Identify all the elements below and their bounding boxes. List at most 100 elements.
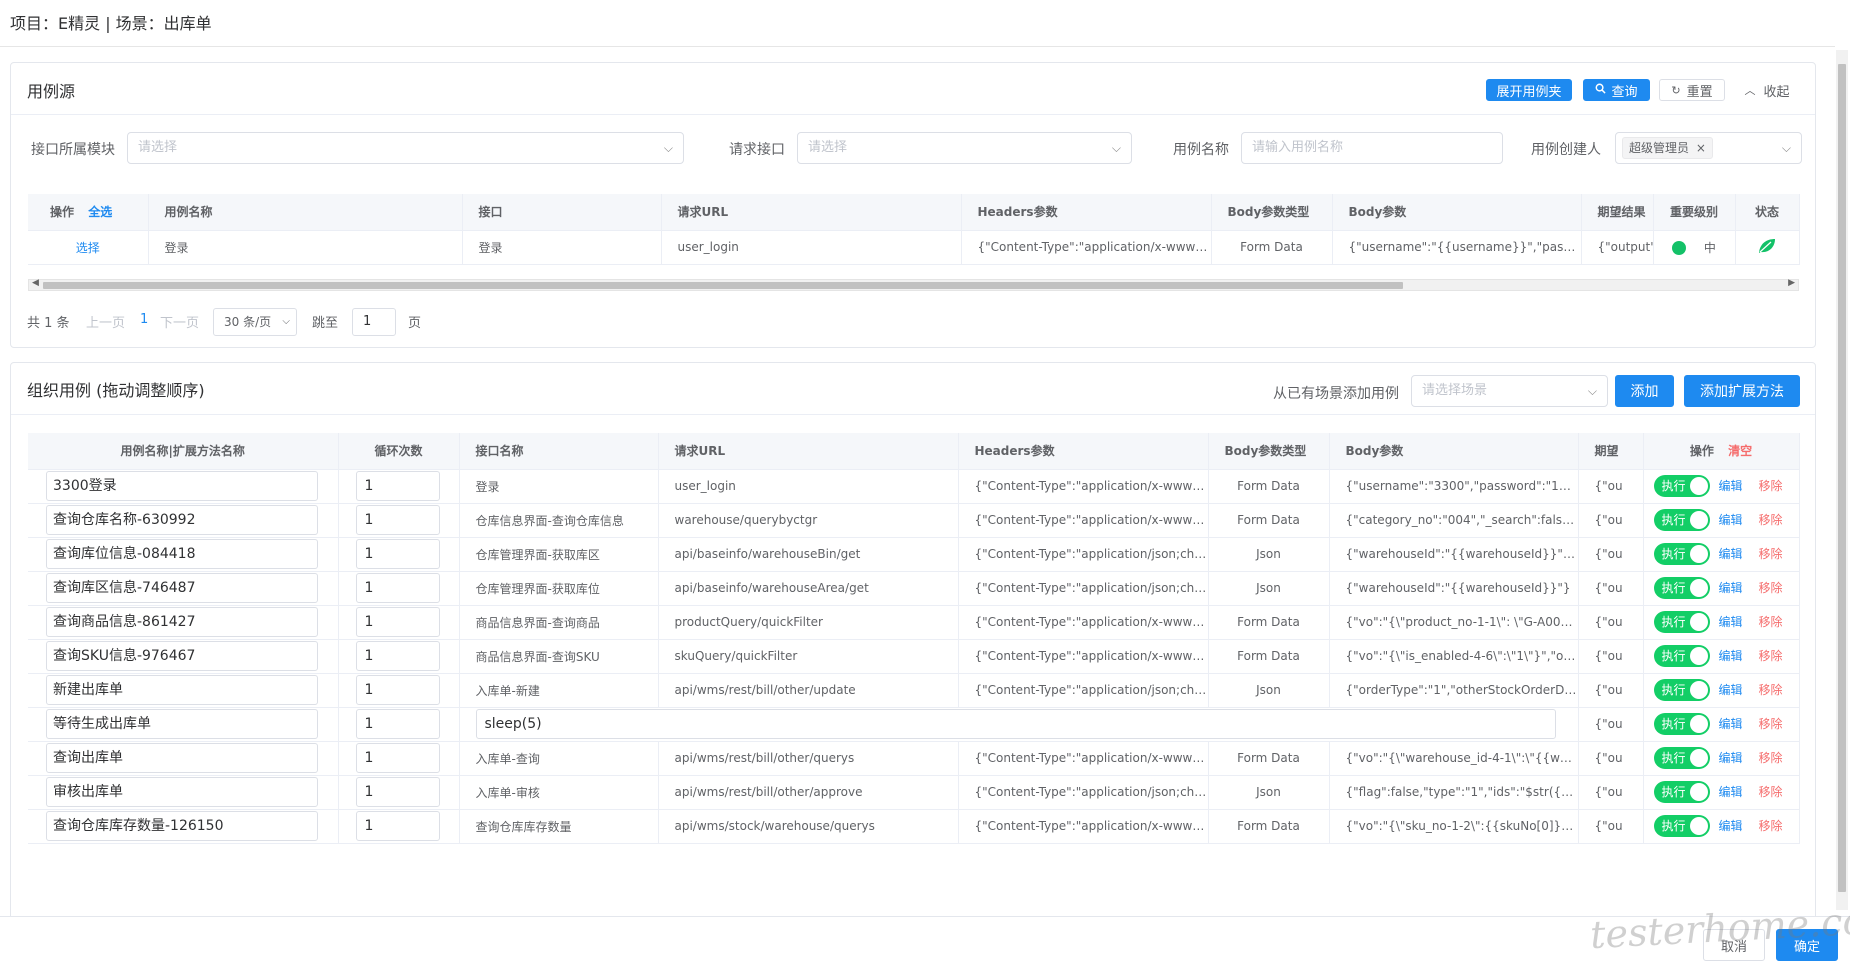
- edit-link[interactable]: 编辑: [1719, 513, 1743, 527]
- case-name-input[interactable]: 查询仓库名称-630992: [46, 505, 318, 535]
- remove-link[interactable]: 移除: [1759, 717, 1783, 731]
- loop-count-input[interactable]: 1: [355, 539, 440, 569]
- table-row[interactable]: 新建出库单 1 入库单-新建 api/wms/rest/bill/other/upda…: [28, 673, 1800, 708]
- execute-toggle[interactable]: 执行: [1653, 543, 1710, 565]
- creator-tag[interactable]: 超级管理员 ×: [1622, 137, 1713, 159]
- next-page[interactable]: 下一页: [160, 312, 199, 331]
- prev-page[interactable]: 上一页: [86, 312, 125, 331]
- remove-link[interactable]: 移除: [1759, 683, 1783, 697]
- table-row[interactable]: 审核出库单 1 入库单-审核 api/wms/rest/bill/other/appr…: [28, 775, 1800, 810]
- remove-link[interactable]: 移除: [1759, 649, 1783, 663]
- collapse-button[interactable]: ︿ 收起: [1739, 79, 1795, 101]
- edit-link[interactable]: 编辑: [1719, 615, 1743, 629]
- table-row[interactable]: 查询商品信息-861427 1 商品信息界面-查询商品 productQuery/qu…: [28, 605, 1800, 640]
- case-name-input[interactable]: 审核出库单: [46, 777, 318, 807]
- loop-count-input[interactable]: 1: [355, 777, 440, 807]
- add-button[interactable]: 添加: [1615, 375, 1674, 407]
- edit-link[interactable]: 编辑: [1719, 751, 1743, 765]
- edit-link[interactable]: 编辑: [1719, 683, 1743, 697]
- scrollbar-thumb[interactable]: [1838, 64, 1846, 892]
- execute-toggle[interactable]: 执行: [1653, 713, 1710, 735]
- table-row[interactable]: 3300登录 1 登录 user_login {"Content-Type":"appl…: [28, 469, 1800, 504]
- sleep-method-input[interactable]: sleep(5): [475, 709, 1556, 739]
- execute-toggle[interactable]: 执行: [1653, 815, 1710, 837]
- clear-link[interactable]: 清空: [1728, 444, 1752, 458]
- case-name-input[interactable]: 查询商品信息-861427: [46, 607, 318, 637]
- remove-link[interactable]: 移除: [1759, 615, 1783, 629]
- execute-toggle[interactable]: 执行: [1653, 645, 1710, 667]
- page-size-select[interactable]: 30 条/页 ⌵: [213, 308, 297, 336]
- loop-count-input[interactable]: 1: [355, 471, 440, 501]
- table-row[interactable]: 查询库区信息-746487 1 仓库管理界面-获取库位 api/baseinfo/wa…: [28, 571, 1800, 606]
- case-name-input[interactable]: 查询仓库库存数量-126150: [46, 811, 318, 841]
- case-name-input[interactable]: 查询SKU信息-976467: [46, 641, 318, 671]
- vertical-scrollbar[interactable]: [1836, 50, 1848, 910]
- remove-link[interactable]: 移除: [1759, 547, 1783, 561]
- scene-placeholder: 请选择场景: [1422, 383, 1488, 398]
- reset-button[interactable]: ↻ 重置: [1659, 79, 1725, 101]
- horizontal-scrollbar[interactable]: ◀ ▶: [28, 278, 1799, 291]
- table-row[interactable]: 查询仓库名称-630992 1 仓库信息界面-查询仓库信息 warehouse/que…: [28, 503, 1800, 538]
- edit-link[interactable]: 编辑: [1719, 785, 1743, 799]
- execute-toggle[interactable]: 执行: [1653, 475, 1710, 497]
- current-page[interactable]: 1: [140, 312, 148, 327]
- cell-body: {"warehouseId":"{{warehouseId}}","wa...: [1329, 537, 1579, 572]
- edit-link[interactable]: 编辑: [1719, 717, 1743, 731]
- execute-toggle[interactable]: 执行: [1653, 611, 1710, 633]
- add-extension-button[interactable]: 添加扩展方法: [1684, 375, 1800, 407]
- scene-select[interactable]: 请选择场景 ⌵: [1411, 375, 1608, 407]
- search-button[interactable]: 查询: [1583, 79, 1650, 101]
- loop-count-input[interactable]: 1: [355, 811, 440, 841]
- arrow-right-icon[interactable]: ▶: [1788, 278, 1795, 288]
- case-name-input[interactable]: 查询出库单: [46, 743, 318, 773]
- remove-link[interactable]: 移除: [1759, 785, 1783, 799]
- loop-count-input[interactable]: 1: [355, 607, 440, 637]
- expand-folder-button[interactable]: 展开用例夹: [1486, 79, 1572, 101]
- execute-toggle[interactable]: 执行: [1653, 577, 1710, 599]
- table-row[interactable]: 查询仓库库存数量-126150 1 查询仓库库存数量 api/wms/stock/wa…: [28, 809, 1800, 844]
- case-name-input[interactable]: 等待生成出库单: [46, 709, 318, 739]
- jump-input[interactable]: 1: [352, 308, 396, 336]
- api-select[interactable]: 请选择 ⌵: [797, 132, 1132, 164]
- remove-link[interactable]: 移除: [1759, 513, 1783, 527]
- execute-toggle[interactable]: 执行: [1653, 747, 1710, 769]
- remove-link[interactable]: 移除: [1759, 479, 1783, 493]
- execute-toggle[interactable]: 执行: [1653, 781, 1710, 803]
- scrollbar-thumb[interactable]: [43, 282, 1403, 289]
- case-name-input[interactable]: 请输入用例名称: [1241, 132, 1503, 164]
- execute-toggle[interactable]: 执行: [1653, 509, 1710, 531]
- select-all-link[interactable]: 全选: [88, 205, 112, 219]
- remove-link[interactable]: 移除: [1759, 581, 1783, 595]
- case-name-input[interactable]: 新建出库单: [46, 675, 318, 705]
- loop-count-input[interactable]: 1: [355, 641, 440, 671]
- loop-count-input[interactable]: 1: [355, 709, 440, 739]
- module-select[interactable]: 请选择 ⌵: [127, 132, 684, 164]
- table-row[interactable]: 查询出库单 1 入库单-查询 api/wms/rest/bill/other/quer…: [28, 741, 1800, 776]
- cell-body-type: Form Data: [1208, 741, 1330, 776]
- case-name-input[interactable]: 3300登录: [46, 471, 318, 501]
- loop-count-input[interactable]: 1: [355, 505, 440, 535]
- edit-link[interactable]: 编辑: [1719, 819, 1743, 833]
- remove-link[interactable]: 移除: [1759, 751, 1783, 765]
- organize-cases-table: 用例名称|扩展方法名称 循环次数 接口名称 请求URL Headers参数 Bo…: [28, 433, 1800, 844]
- edit-link[interactable]: 编辑: [1719, 479, 1743, 493]
- edit-link[interactable]: 编辑: [1719, 581, 1743, 595]
- arrow-left-icon[interactable]: ◀: [32, 278, 39, 288]
- loop-count-input[interactable]: 1: [355, 573, 440, 603]
- edit-link[interactable]: 编辑: [1719, 649, 1743, 663]
- execute-toggle[interactable]: 执行: [1653, 679, 1710, 701]
- cell-api: 仓库信息界面-查询仓库信息: [459, 503, 659, 538]
- select-link[interactable]: 选择: [76, 241, 100, 255]
- remove-link[interactable]: 移除: [1759, 819, 1783, 833]
- loop-count-input[interactable]: 1: [355, 675, 440, 705]
- table-row[interactable]: 查询SKU信息-976467 1 商品信息界面-查询SKU skuQuery/quic…: [28, 639, 1800, 674]
- loop-count-input[interactable]: 1: [355, 743, 440, 773]
- case-name-input[interactable]: 查询库区信息-746487: [46, 573, 318, 603]
- creator-select[interactable]: 超级管理员 × ⌵: [1615, 132, 1802, 164]
- cell-body-type: Form Data: [1208, 605, 1330, 640]
- case-name-input[interactable]: 查询库位信息-084418: [46, 539, 318, 569]
- close-icon[interactable]: ×: [1696, 141, 1706, 155]
- table-row[interactable]: 查询库位信息-084418 1 仓库管理界面-获取库区 api/baseinfo/wa…: [28, 537, 1800, 572]
- table-row[interactable]: 等待生成出库单 1 sleep(5) {"ou 执行 编辑 移除: [28, 707, 1800, 742]
- edit-link[interactable]: 编辑: [1719, 547, 1743, 561]
